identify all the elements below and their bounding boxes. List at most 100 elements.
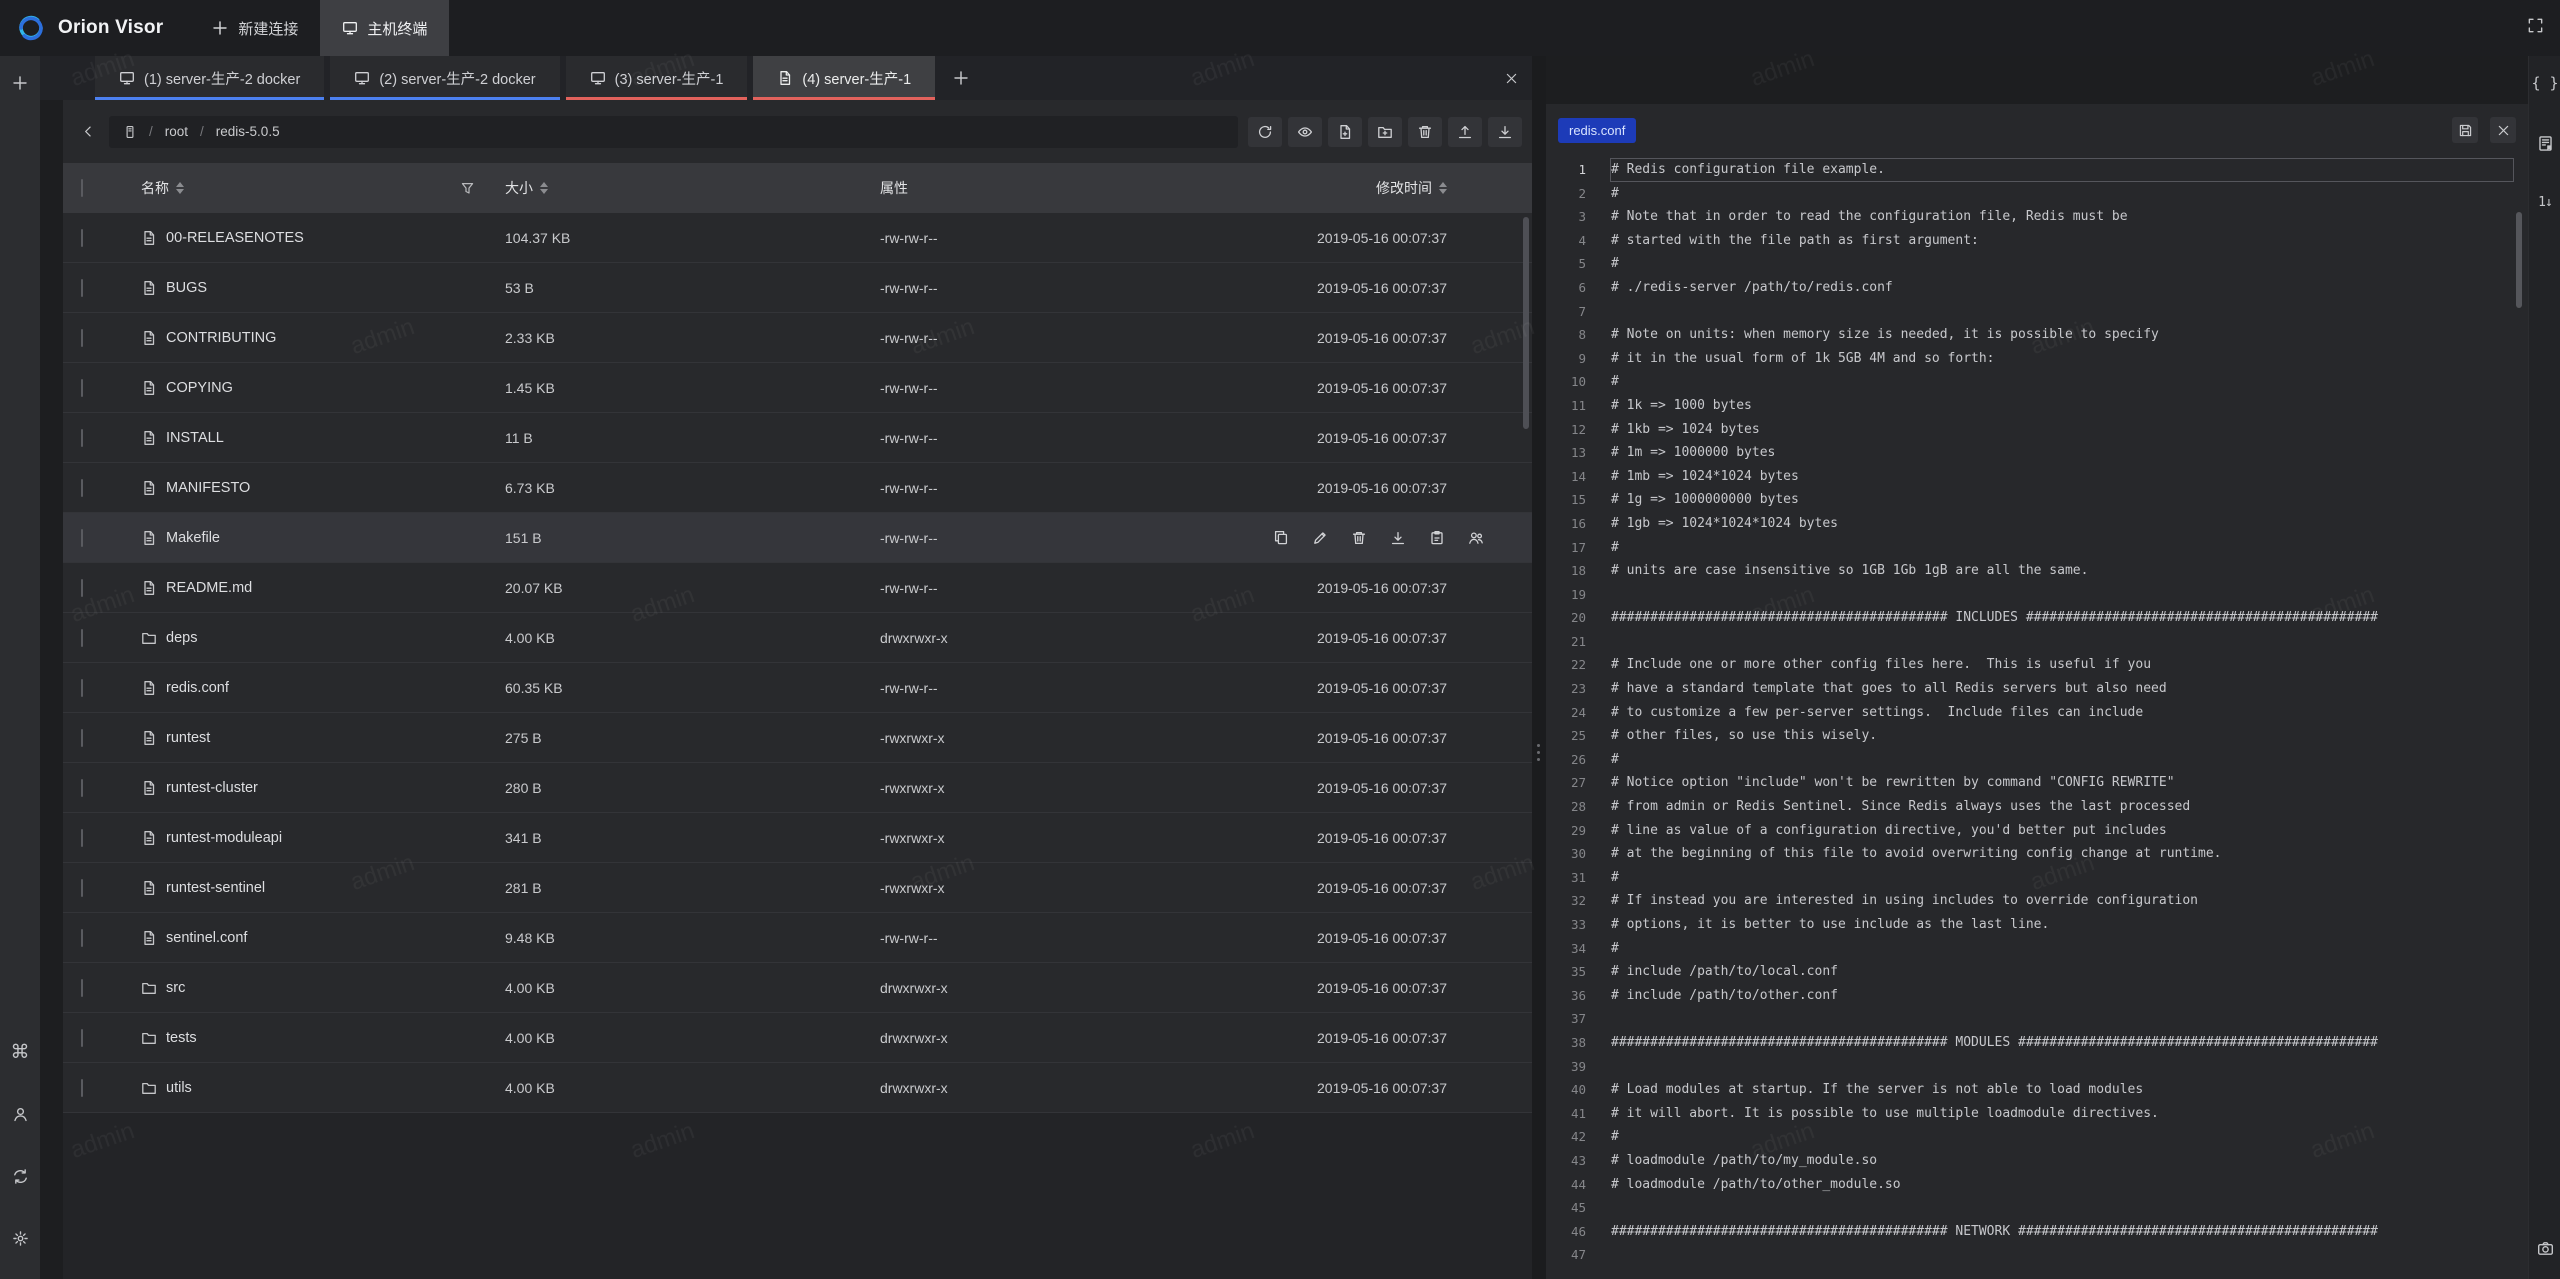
file-row-utils[interactable]: utils4.00 KBdrwxrwxr-x2019-05-16 00:07:3… <box>63 1063 1532 1113</box>
close-tabs-button[interactable] <box>1496 56 1526 100</box>
new-tab-button[interactable] <box>947 64 975 92</box>
row-checkbox[interactable] <box>81 679 83 697</box>
delete-file-button[interactable] <box>1351 530 1367 546</box>
brand-logo[interactable]: Orion Visor <box>0 0 189 56</box>
new-folder-button[interactable] <box>1368 117 1402 147</box>
doc-icon <box>141 680 157 696</box>
file-row-INSTALL[interactable]: INSTALL11 B-rw-rw-r--2019-05-16 00:07:37 <box>63 413 1532 463</box>
doc-bookmark-button[interactable] <box>2532 130 2558 156</box>
file-list-scrollbar[interactable] <box>1523 217 1529 429</box>
line-text <box>1610 630 2514 654</box>
copy-file-button[interactable] <box>1273 530 1289 546</box>
command-icon: ⌘ <box>11 1043 30 1062</box>
file-size: 341 B <box>505 830 880 846</box>
delete-button[interactable] <box>1408 117 1442 147</box>
file-row-runtest-sentinel[interactable]: runtest-sentinel281 B-rwxrwxr-x2019-05-1… <box>63 863 1532 913</box>
code-editor[interactable]: 1# Redis configuration file example.2#3#… <box>1546 156 2528 1279</box>
file-row-runtest-moduleapi[interactable]: runtest-moduleapi341 B-rwxrwxr-x2019-05-… <box>63 813 1532 863</box>
path-breadcrumb[interactable]: / root / redis-5.0.5 <box>109 116 1238 148</box>
row-checkbox[interactable] <box>81 979 83 997</box>
line-number: 21 <box>1546 630 1594 654</box>
filter-icon[interactable] <box>460 181 475 196</box>
row-checkbox[interactable] <box>81 1079 83 1097</box>
terminal-tab-3[interactable]: (3) server-生产-1 <box>566 56 748 100</box>
terminal-tab-1[interactable]: (1) server-生产-2 docker <box>95 56 324 100</box>
plus-icon <box>211 19 229 37</box>
row-checkbox[interactable] <box>81 779 83 797</box>
camera-button[interactable] <box>2532 1235 2558 1261</box>
plus-icon <box>952 69 970 87</box>
file-row-redis.conf[interactable]: redis.conf60.35 KB-rw-rw-r--2019-05-16 0… <box>63 663 1532 713</box>
file-row-deps[interactable]: deps4.00 KBdrwxrwxr-x2019-05-16 00:07:37 <box>63 613 1532 663</box>
file-row-MANIFESTO[interactable]: MANIFESTO6.73 KB-rw-rw-r--2019-05-16 00:… <box>63 463 1532 513</box>
line-text <box>1610 583 2514 607</box>
row-checkbox[interactable] <box>81 379 83 397</box>
sync-button[interactable] <box>7 1163 33 1189</box>
open-file-tag[interactable]: redis.conf <box>1558 118 1636 143</box>
file-row-sentinel.conf[interactable]: sentinel.conf9.48 KB-rw-rw-r--2019-05-16… <box>63 913 1532 963</box>
file-row-COPYING[interactable]: COPYING1.45 KB-rw-rw-r--2019-05-16 00:07… <box>63 363 1532 413</box>
row-checkbox[interactable] <box>81 729 83 747</box>
save-file-button[interactable] <box>2452 117 2478 143</box>
code-line-25: 25# other files, so use this wisely. <box>1546 724 2528 748</box>
user-button[interactable] <box>7 1101 33 1127</box>
row-checkbox[interactable] <box>81 629 83 647</box>
top-menu-item-host-terminal[interactable]: 主机终端 <box>320 0 449 56</box>
top-menu-item-new-connection[interactable]: 新建连接 <box>189 0 320 56</box>
file-row-CONTRIBUTING[interactable]: CONTRIBUTING2.33 KB-rw-rw-r--2019-05-16 … <box>63 313 1532 363</box>
sort-carets-icon[interactable] <box>540 182 548 194</box>
download-file-button[interactable] <box>1390 530 1406 546</box>
menu-label: 新建连接 <box>238 18 298 39</box>
back-button[interactable] <box>73 117 103 147</box>
file-row-runtest[interactable]: runtest275 B-rwxrwxr-x2019-05-16 00:07:3… <box>63 713 1532 763</box>
select-all-checkbox[interactable] <box>81 179 83 197</box>
row-checkbox[interactable] <box>81 529 83 547</box>
preview-button[interactable] <box>1288 117 1322 147</box>
line-number: 14 <box>1546 465 1594 489</box>
file-row-BUGS[interactable]: BUGS53 B-rw-rw-r--2019-05-16 00:07:37 <box>63 263 1532 313</box>
permission-file-button[interactable] <box>1468 530 1484 546</box>
new-file-button[interactable] <box>1328 117 1362 147</box>
row-checkbox[interactable] <box>81 579 83 597</box>
edit-file-button[interactable] <box>1312 530 1328 546</box>
sort-lines-button[interactable]: 1↓ <box>2532 190 2558 216</box>
row-checkbox[interactable] <box>81 479 83 497</box>
file-row-tests[interactable]: tests4.00 KBdrwxrwxr-x2019-05-16 00:07:3… <box>63 1013 1532 1063</box>
row-checkbox[interactable] <box>81 1029 83 1047</box>
row-checkbox[interactable] <box>81 229 83 247</box>
column-header-1[interactable]: 名称 <box>141 178 505 198</box>
file-row-runtest-cluster[interactable]: runtest-cluster280 B-rwxrwxr-x2019-05-16… <box>63 763 1532 813</box>
file-row-00-RELEASENOTES[interactable]: 00-RELEASENOTES104.37 KB-rw-rw-r--2019-0… <box>63 213 1532 263</box>
fullscreen-button[interactable] <box>2522 12 2548 38</box>
breadcrumb-segment-root[interactable]: root <box>165 124 188 139</box>
panel-resize-handle[interactable] <box>1532 56 1546 1279</box>
sort-carets-icon[interactable] <box>176 182 184 194</box>
upload-button[interactable] <box>1448 117 1482 147</box>
row-checkbox[interactable] <box>81 929 83 947</box>
file-row-README.md[interactable]: README.md20.07 KB-rw-rw-r--2019-05-16 00… <box>63 563 1532 613</box>
file-row-src[interactable]: src4.00 KBdrwxrwxr-x2019-05-16 00:07:37 <box>63 963 1532 1013</box>
sort-carets-icon[interactable] <box>1439 182 1447 194</box>
row-checkbox[interactable] <box>81 329 83 347</box>
command-button[interactable]: ⌘ <box>7 1039 33 1065</box>
column-header-4[interactable]: 修改时间 <box>1255 178 1532 198</box>
terminal-tab-2[interactable]: (2) server-生产-2 docker <box>330 56 559 100</box>
file-row-Makefile[interactable]: Makefile151 B-rw-rw-r-- <box>63 513 1532 563</box>
code-line-21: 21 <box>1546 630 2528 654</box>
column-header-2[interactable]: 大小 <box>505 178 880 198</box>
gear-button[interactable] <box>7 1225 33 1251</box>
close-editor-button[interactable] <box>2490 117 2516 143</box>
editor-scrollbar[interactable] <box>2516 212 2522 308</box>
refresh-button[interactable] <box>1248 117 1282 147</box>
row-checkbox[interactable] <box>81 879 83 897</box>
new-connection-plus-button[interactable] <box>7 70 33 96</box>
breadcrumb-segment-folder[interactable]: redis-5.0.5 <box>216 124 280 139</box>
camera-icon <box>2537 1240 2554 1257</box>
download-button[interactable] <box>1488 117 1522 147</box>
row-checkbox[interactable] <box>81 829 83 847</box>
row-checkbox[interactable] <box>81 429 83 447</box>
paste-file-button[interactable] <box>1429 530 1445 546</box>
row-checkbox[interactable] <box>81 279 83 297</box>
terminal-tab-4[interactable]: (4) server-生产-1 <box>753 56 935 100</box>
braces-button[interactable]: { } <box>2532 70 2558 96</box>
